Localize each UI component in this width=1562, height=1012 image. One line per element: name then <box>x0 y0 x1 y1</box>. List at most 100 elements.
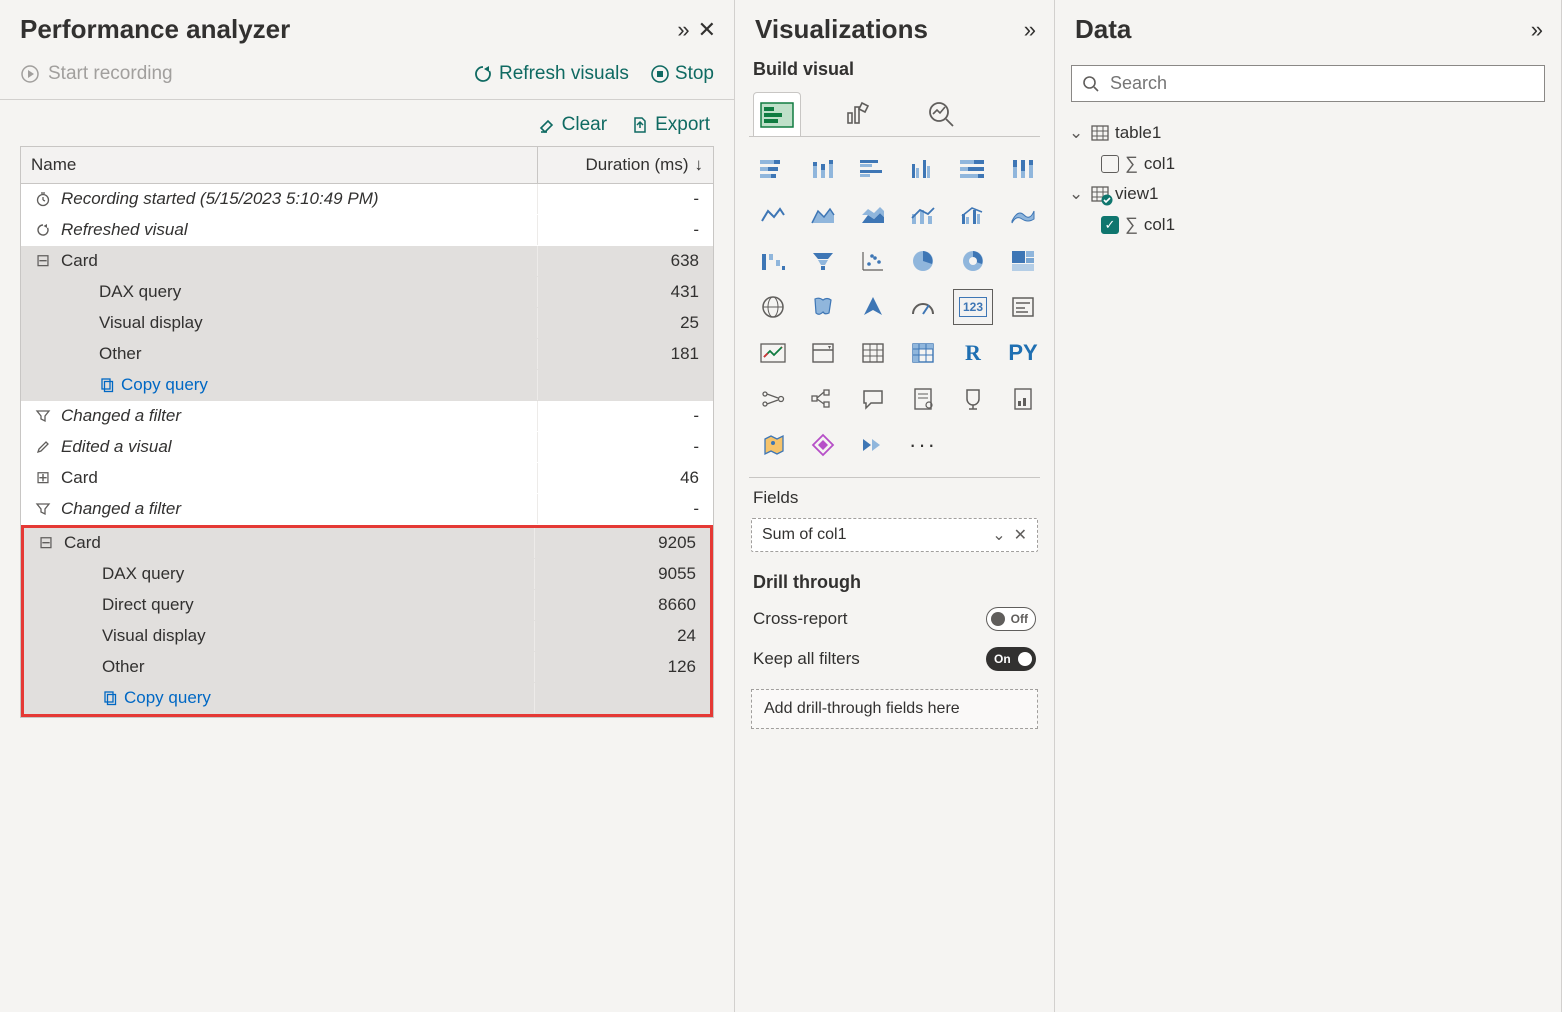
tab-build-visual[interactable] <box>753 92 801 136</box>
filter-icon <box>33 501 53 517</box>
row-copy-query-1[interactable]: Copy query <box>21 370 713 401</box>
row-dax-3[interactable]: DAX query 9055 <box>24 559 710 590</box>
checkbox-unchecked[interactable] <box>1101 155 1119 173</box>
viz-power-apps-icon[interactable] <box>803 427 843 463</box>
viz-waterfall-icon[interactable] <box>753 243 793 279</box>
col-header-duration-label: Duration (ms) <box>586 155 689 175</box>
tree-table1-col1[interactable]: ∑ col1 <box>1065 148 1551 179</box>
copy-query-link[interactable]: Copy query <box>99 375 208 395</box>
row-visual-display-3[interactable]: Visual display 24 <box>24 621 710 652</box>
perf-subactions: Clear Export <box>0 100 734 146</box>
copy-icon <box>99 377 115 393</box>
checkbox-checked[interactable]: ✓ <box>1101 216 1119 234</box>
close-icon[interactable]: ✕ <box>698 17 716 43</box>
keep-filters-toggle[interactable]: On <box>986 647 1036 671</box>
viz-scatter-icon[interactable] <box>853 243 893 279</box>
viz-key-influencers-icon[interactable] <box>753 381 793 417</box>
tree-view1-col1[interactable]: ✓ ∑ col1 <box>1065 209 1551 240</box>
row-changed-filter-1[interactable]: Changed a filter - <box>21 401 713 432</box>
export-button[interactable]: Export <box>631 114 710 136</box>
col-header-duration[interactable]: Duration (ms) ↓ <box>538 147 713 183</box>
tree-table1[interactable]: ⌄ table1 <box>1065 118 1551 148</box>
cross-report-toggle[interactable]: Off <box>986 607 1036 631</box>
viz-card-icon[interactable]: 123 <box>953 289 993 325</box>
tree-view1[interactable]: ⌄ view1 <box>1065 179 1551 209</box>
viz-kpi-icon[interactable] <box>753 335 793 371</box>
chevron-down-icon[interactable]: ⌄ <box>1069 123 1085 143</box>
row-card-3[interactable]: ⊟Card 9205 <box>24 528 710 559</box>
viz-multi-row-card-icon[interactable] <box>1003 289 1043 325</box>
row-card-1[interactable]: ⊟Card 638 <box>21 246 713 277</box>
viz-pie-icon[interactable] <box>903 243 943 279</box>
viz-r-script-icon[interactable]: R <box>953 335 993 371</box>
copy-query-link[interactable]: Copy query <box>102 688 211 708</box>
search-input[interactable] <box>1108 72 1534 95</box>
viz-donut-icon[interactable] <box>953 243 993 279</box>
drill-through-dropzone[interactable]: Add drill-through fields here <box>751 689 1038 729</box>
viz-line-stacked-column-icon[interactable] <box>903 197 943 233</box>
viz-treemap-icon[interactable] <box>1003 243 1043 279</box>
chevron-down-icon[interactable]: ⌄ <box>1069 184 1085 204</box>
row-other-3[interactable]: Other 126 <box>24 652 710 683</box>
viz-funnel-icon[interactable] <box>803 243 843 279</box>
search-box[interactable] <box>1071 65 1545 102</box>
viz-ribbon-icon[interactable] <box>1003 197 1043 233</box>
viz-stacked-bar-icon[interactable] <box>753 151 793 187</box>
viz-stacked-area-icon[interactable] <box>853 197 893 233</box>
chevron-down-icon[interactable]: ⌄ <box>992 525 1005 545</box>
row-recording-started[interactable]: Recording started (5/15/2023 5:10:49 PM)… <box>21 184 713 215</box>
row-refreshed-visual[interactable]: Refreshed visual - <box>21 215 713 246</box>
sort-desc-icon[interactable]: ↓ <box>695 155 704 175</box>
viz-paginated-report-icon[interactable] <box>1003 381 1043 417</box>
viz-gauge-icon[interactable] <box>903 289 943 325</box>
row-visual-display-1[interactable]: Visual display 25 <box>21 308 713 339</box>
viz-100-stacked-bar-icon[interactable] <box>953 151 993 187</box>
viz-stacked-column-icon[interactable] <box>803 151 843 187</box>
viz-100-stacked-column-icon[interactable] <box>1003 151 1043 187</box>
collapse-right-icon[interactable]: » <box>1024 17 1036 43</box>
viz-line-clustered-column-icon[interactable] <box>953 197 993 233</box>
viz-arcgis-map-icon[interactable] <box>753 427 793 463</box>
viz-azure-map-icon[interactable] <box>853 289 893 325</box>
row-direct-query-3[interactable]: Direct query 8660 <box>24 590 710 621</box>
remove-field-icon[interactable]: ✕ <box>1014 525 1027 545</box>
collapse-icon[interactable]: ⊟ <box>36 533 56 553</box>
refresh-visuals-button[interactable]: Refresh visuals <box>473 63 629 85</box>
viz-python-icon[interactable]: PY <box>1003 335 1043 371</box>
row-copy-query-3[interactable]: Copy query <box>24 683 710 714</box>
viz-matrix-icon[interactable] <box>903 335 943 371</box>
viz-decomposition-tree-icon[interactable] <box>803 381 843 417</box>
viz-goals-icon[interactable] <box>953 381 993 417</box>
tab-analytics[interactable] <box>917 92 965 136</box>
row-changed-filter-2[interactable]: Changed a filter - <box>21 494 713 525</box>
viz-filled-map-icon[interactable] <box>803 289 843 325</box>
tab-format-visual[interactable] <box>835 92 883 136</box>
tree-label: table1 <box>1115 123 1161 143</box>
viz-clustered-bar-icon[interactable] <box>853 151 893 187</box>
collapse-right-icon[interactable]: » <box>1531 17 1543 43</box>
stop-button[interactable]: Stop <box>651 63 714 85</box>
data-title: Data <box>1075 14 1131 45</box>
row-label: DAX query <box>99 282 181 302</box>
viz-line-icon[interactable] <box>753 197 793 233</box>
row-value: 431 <box>538 277 713 307</box>
field-pill[interactable]: Sum of col1 ⌄ ✕ <box>751 518 1038 552</box>
viz-clustered-column-icon[interactable] <box>903 151 943 187</box>
viz-area-icon[interactable] <box>803 197 843 233</box>
row-edited-visual[interactable]: Edited a visual - <box>21 432 713 463</box>
col-header-name[interactable]: Name <box>21 147 538 183</box>
row-card-2[interactable]: ⊞Card 46 <box>21 463 713 494</box>
row-other-1[interactable]: Other 181 <box>21 339 713 370</box>
viz-qna-icon[interactable] <box>853 381 893 417</box>
viz-power-automate-icon[interactable] <box>853 427 893 463</box>
expand-icon[interactable]: ⊞ <box>33 468 53 488</box>
viz-table-icon[interactable] <box>853 335 893 371</box>
collapse-right-icon[interactable]: » <box>677 17 689 43</box>
clear-button[interactable]: Clear <box>538 114 607 136</box>
viz-map-icon[interactable] <box>753 289 793 325</box>
row-dax-1[interactable]: DAX query 431 <box>21 277 713 308</box>
viz-slicer-icon[interactable] <box>803 335 843 371</box>
viz-more-icon[interactable]: ··· <box>903 427 943 463</box>
viz-smart-narrative-icon[interactable] <box>903 381 943 417</box>
collapse-icon[interactable]: ⊟ <box>33 251 53 271</box>
